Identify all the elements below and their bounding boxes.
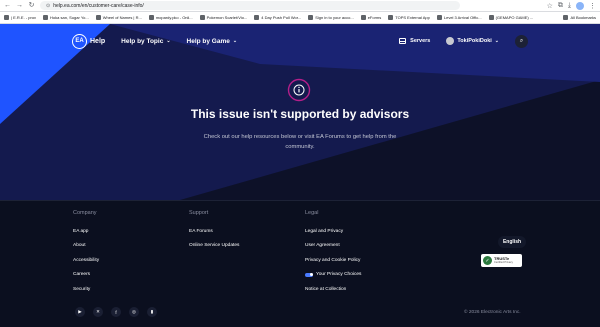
bookmark-item[interactable]: Hoka san, Sugar Yo... [43, 15, 89, 20]
bookmark-item[interactable]: TOPS External App [388, 15, 430, 20]
bookmark-favicon-icon [4, 15, 9, 20]
youtube-icon[interactable]: ▶ [75, 307, 85, 317]
bookmark-item[interactable]: eForms [360, 15, 381, 20]
twitch-icon[interactable]: ▮ [147, 307, 157, 317]
downloads-icon[interactable]: ⤓ [568, 2, 571, 10]
footer-link-about[interactable]: About [73, 239, 99, 254]
bookmark-item[interactable]: | E.R.E. - prov [4, 15, 36, 20]
bookmark-star-icon[interactable]: ☆ [547, 2, 553, 10]
browser-toolbar: ← → ↻ ⊙ help.ea.com/en/customer-care/cas… [0, 0, 600, 12]
privacy-toggle-icon [305, 272, 313, 277]
bookmark-item[interactable]: 4 Day Push Pull Wor... [254, 15, 301, 20]
ea-logo[interactable]: EA [72, 33, 87, 49]
url-text: help.ea.com/en/customer-care/case-info/ [53, 2, 144, 9]
footer-heading: Company [73, 210, 97, 216]
profile-avatar[interactable] [576, 1, 584, 10]
truste-subtitle: Certified Privacy [494, 260, 513, 264]
bookmark-item[interactable]: (GEMAPO GAME) ... [488, 15, 533, 20]
site-header: EA Help Help by Topic ⌄ Help by Game ⌄ Ser… [0, 24, 600, 58]
truste-check-icon: ✓ [483, 256, 492, 265]
facebook-icon[interactable]: f [111, 307, 121, 317]
footer-link-notice-at-collection[interactable]: Notice at Collection [305, 282, 361, 297]
footer-link-careers[interactable]: Careers [73, 268, 99, 283]
bookmark-favicon-icon [308, 15, 314, 20]
folder-icon [563, 15, 569, 20]
search-button[interactable]: ⌕ [515, 34, 528, 48]
chevron-down-icon: ⌄ [232, 38, 238, 44]
footer-link-security[interactable]: Security [73, 282, 99, 297]
footer-support: Support EA Forums Online Service Updates [189, 210, 239, 253]
all-bookmarks-button[interactable]: All Bookmarks [563, 15, 596, 20]
footer-divider [0, 200, 600, 201]
info-icon [287, 78, 311, 102]
footer-heading: Support [189, 210, 209, 216]
page-title: This issue isn't supported by advisors [190, 107, 410, 121]
server-icon [399, 38, 407, 44]
menu-icon[interactable]: ⋮ [589, 2, 596, 10]
bookmark-item[interactable]: Pokemon Scarlet/Vio... [199, 15, 247, 20]
site-info-icon[interactable]: ⊙ [46, 3, 50, 9]
nav-help-by-topic[interactable]: Help by Topic ⌄ [121, 38, 170, 45]
bookmark-favicon-icon [43, 15, 49, 20]
social-links: ▶ ✕ f ◎ ▮ [75, 307, 157, 317]
footer-heading: Legal [305, 210, 319, 216]
footer-company: Company EA app About Accessibility Caree… [73, 210, 99, 297]
footer-link-privacy-cookie[interactable]: Privacy and Cookie Policy [305, 253, 361, 268]
footer-link-accessibility[interactable]: Accessibility [73, 253, 99, 268]
truste-badge[interactable]: ✓ TRUSTe Certified Privacy [481, 254, 522, 267]
footer-link-online-service-updates[interactable]: Online Service Updates [189, 239, 239, 254]
truste-text: TRUSTe Certified Privacy [494, 256, 513, 265]
page-subtitle: Check out our help resources below or vi… [203, 134, 397, 150]
bookmark-favicon-icon [148, 15, 154, 20]
chevron-down-icon: ⌄ [494, 38, 499, 44]
extensions-icon[interactable]: ⧉ [558, 2, 563, 10]
bookmark-favicon-icon [254, 15, 260, 20]
language-selector[interactable]: English [498, 236, 526, 248]
footer-link-ea-app[interactable]: EA app [73, 224, 99, 239]
bookmark-favicon-icon [388, 15, 394, 20]
bookmarks-bar: | E.R.E. - prov Hoka san, Sugar Yo... Wh… [0, 12, 600, 24]
footer-link-user-agreement[interactable]: User Agreement [305, 239, 361, 254]
bookmark-favicon-icon [95, 15, 101, 20]
bookmark-favicon-icon [360, 15, 366, 20]
footer-legal: Legal Legal and Privacy User Agreement P… [305, 210, 361, 297]
footer-link-ea-forums[interactable]: EA Forums [189, 224, 239, 239]
user-menu[interactable]: TokiPokiDoki ⌄ [446, 37, 499, 45]
copyright: © 2026 Electronic Arts Inc. [464, 310, 521, 315]
instagram-icon[interactable]: ◎ [129, 307, 139, 317]
servers-button[interactable]: Servers [399, 38, 430, 44]
bookmark-item[interactable]: Level 3 Arrival Offic... [436, 15, 482, 20]
x-icon[interactable]: ✕ [93, 307, 103, 317]
nav-help-by-game[interactable]: Help by Game ⌄ [187, 38, 238, 45]
footer-link-privacy-choices[interactable]: Your Privacy Choices [305, 268, 361, 283]
help-label[interactable]: Help [90, 38, 105, 45]
reload-icon[interactable]: ↻ [28, 1, 35, 11]
avatar [446, 37, 455, 45]
bookmark-item[interactable]: mopardy.pko - Onli... [148, 15, 193, 20]
main-nav: Help by Topic ⌄ Help by Game ⌄ [121, 38, 237, 45]
help-page: EA Help Help by Topic ⌄ Help by Game ⌄ Ser… [0, 24, 600, 327]
forward-icon[interactable]: → [16, 1, 23, 11]
bookmark-favicon-icon [436, 15, 442, 20]
bookmark-item[interactable]: Sign in to your acco... [308, 15, 354, 20]
chevron-down-icon: ⌄ [166, 38, 171, 44]
back-icon[interactable]: ← [4, 1, 11, 11]
bookmark-favicon-icon [488, 15, 494, 20]
bookmark-item[interactable]: Wheel of Names | R... [95, 15, 142, 20]
address-bar[interactable]: ⊙ help.ea.com/en/customer-care/case-info… [40, 1, 460, 10]
bookmark-favicon-icon [199, 15, 205, 20]
search-icon: ⌕ [519, 37, 524, 44]
footer-link-legal-privacy[interactable]: Legal and Privacy [305, 224, 361, 239]
